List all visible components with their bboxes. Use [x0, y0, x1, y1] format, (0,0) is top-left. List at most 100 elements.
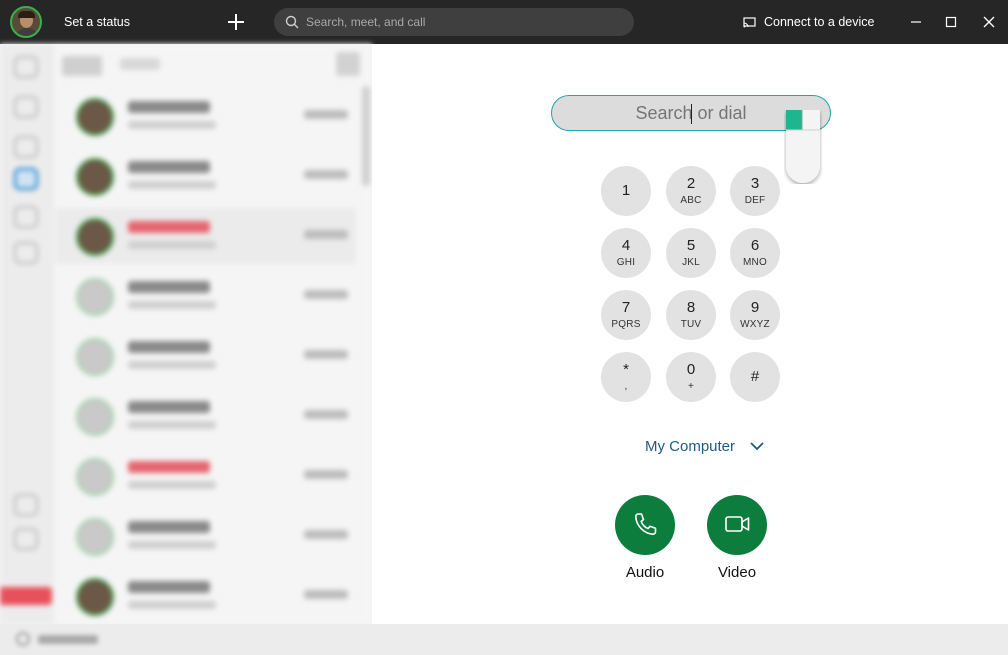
dial-key-4[interactable]: 4 GHI	[601, 228, 651, 278]
bottom-bar	[0, 624, 1008, 655]
gear-icon	[16, 632, 30, 646]
dial-key-7[interactable]: 7 PQRS	[601, 290, 651, 340]
audio-call-label: Audio	[625, 564, 665, 581]
dial-key-digit: 6	[750, 237, 760, 254]
list-item	[56, 448, 356, 504]
dial-key-digit: #	[750, 368, 760, 385]
text-caret	[691, 104, 692, 124]
list-item	[56, 508, 356, 564]
dial-key-0[interactable]: 0 +	[666, 352, 716, 402]
device-label: My Computer	[645, 437, 736, 455]
nav-rail	[0, 44, 54, 624]
dial-key-digit: 1	[621, 182, 631, 199]
connect-device-label: Connect to a device	[764, 15, 875, 29]
dial-key-1[interactable]: 1	[601, 166, 651, 216]
rail-icon-calls	[14, 168, 38, 190]
rail-icon	[14, 494, 38, 516]
dial-key-6[interactable]: 6 MNO	[730, 228, 780, 278]
chevron-down-icon	[750, 442, 764, 451]
list-subtitle	[128, 181, 216, 189]
dial-key-digit: *	[623, 361, 629, 378]
list-time	[304, 410, 348, 419]
blurred-side-panel	[0, 44, 372, 624]
list-avatar	[76, 338, 114, 376]
dial-key-star[interactable]: * ,	[601, 352, 651, 402]
dial-key-3[interactable]: 3 DEF	[730, 166, 780, 216]
dial-key-digit: 5	[686, 237, 696, 254]
dial-key-9[interactable]: 9 WXYZ	[730, 290, 780, 340]
cast-icon	[743, 16, 756, 27]
minimize-icon[interactable]	[904, 10, 928, 34]
rail-icon	[14, 136, 38, 158]
list-time	[304, 290, 348, 299]
list-subtitle	[128, 601, 216, 609]
dial-key-digit: 3	[750, 175, 760, 192]
rail-icon	[14, 96, 38, 118]
list-subtitle	[128, 421, 216, 429]
audio-call-button[interactable]	[615, 495, 675, 555]
list-subtitle	[128, 481, 216, 489]
dialpad-panel: 1 2 ABC 3 DEF 4 GHI 5 JKL 6 MNO 7 PQRS 8…	[372, 44, 1008, 624]
list-name	[128, 581, 210, 593]
dial-key-letters: JKL	[682, 257, 700, 268]
dial-key-letters: ABC	[680, 195, 702, 206]
rail-icon	[14, 206, 38, 228]
list-name	[128, 101, 210, 113]
list-time	[304, 230, 348, 239]
dial-key-letters: +	[687, 381, 695, 392]
device-selector[interactable]: My Computer	[645, 435, 765, 457]
list-avatar	[76, 218, 114, 256]
dial-key-letters: ,	[624, 381, 628, 392]
list-avatar	[76, 398, 114, 436]
new-plus-icon[interactable]	[224, 10, 248, 34]
dial-key-2[interactable]: 2 ABC	[666, 166, 716, 216]
list-time	[304, 590, 348, 599]
video-camera-icon	[725, 516, 750, 532]
video-call-label: Video	[717, 564, 757, 581]
list-subtitle	[128, 361, 216, 369]
search-icon	[285, 15, 299, 29]
rail-badge	[0, 587, 52, 605]
phone-icon	[635, 513, 657, 535]
list-time	[304, 470, 348, 479]
dial-key-digit: 4	[621, 237, 631, 254]
video-call-button[interactable]	[707, 495, 767, 555]
dial-key-digit: 9	[750, 299, 760, 316]
list-header-block	[336, 52, 360, 76]
list-avatar	[76, 578, 114, 616]
list-name	[128, 221, 210, 233]
blurred-settings-text	[38, 635, 98, 644]
dial-key-8[interactable]: 8 TUV	[666, 290, 716, 340]
list-item	[56, 148, 356, 204]
list-time	[304, 170, 348, 179]
maximize-icon[interactable]	[939, 10, 963, 34]
dial-key-5[interactable]: 5 JKL	[666, 228, 716, 278]
title-bar: Set a status Connect to a device	[0, 0, 1008, 44]
list-header-block	[62, 56, 102, 76]
dial-key-hash[interactable]: #	[730, 352, 780, 402]
rail-icon	[14, 242, 38, 264]
dial-key-letters: MNO	[743, 257, 767, 268]
list-avatar	[76, 458, 114, 496]
list-subtitle	[128, 121, 216, 129]
dial-key-digit: 0	[686, 361, 696, 378]
connect-device-button[interactable]: Connect to a device	[743, 13, 875, 31]
list-name	[128, 341, 210, 353]
set-status-link[interactable]: Set a status	[64, 15, 130, 29]
list-item	[56, 328, 356, 384]
top-search-bar[interactable]	[274, 8, 634, 36]
top-search-input[interactable]	[306, 12, 616, 32]
user-avatar[interactable]	[10, 6, 42, 38]
list-name	[128, 461, 210, 473]
list-time	[304, 350, 348, 359]
dial-key-digit: 2	[686, 175, 696, 192]
list-item	[56, 568, 356, 624]
mouse-icon	[786, 110, 820, 183]
list-avatar	[76, 518, 114, 556]
blurred-settings	[14, 631, 104, 647]
list-item	[56, 388, 356, 444]
close-icon[interactable]	[977, 10, 1001, 34]
list-subtitle	[128, 541, 216, 549]
list-name	[128, 161, 210, 173]
list-avatar	[76, 278, 114, 316]
